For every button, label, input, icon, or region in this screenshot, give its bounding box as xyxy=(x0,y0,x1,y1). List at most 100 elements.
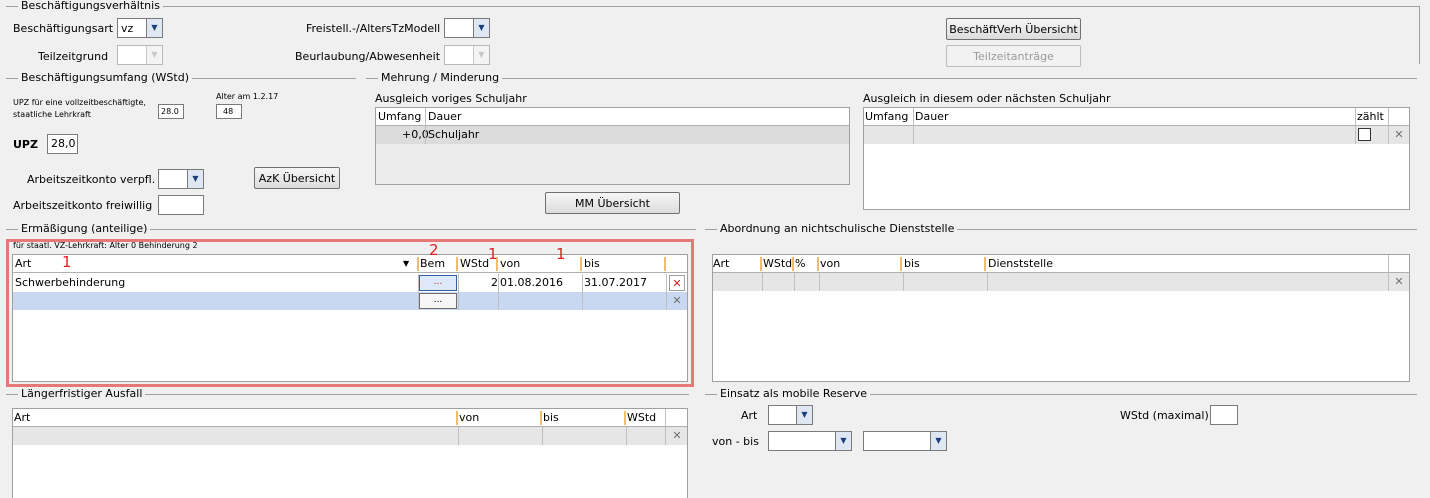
table-row[interactable]: ✕ xyxy=(713,273,1409,291)
group-mobile-reserve: Einsatz als mobile Reserve xyxy=(705,387,1417,404)
header-bis: bis xyxy=(543,411,559,424)
group-title: Abordnung an nichtschulische Dienststell… xyxy=(717,222,958,235)
ermaessigung-info: für staatl. VZ-Lehrkraft: Alter 0 Behind… xyxy=(13,241,198,250)
header-von: von xyxy=(459,411,480,424)
chevron-down-icon: ▼ xyxy=(473,19,489,37)
beschaeftverh-uebersicht-button[interactable]: BeschäftVerh Übersicht xyxy=(946,18,1081,40)
group-laengerfristiger-ausfall: Längerfristiger Ausfall xyxy=(6,387,689,404)
reserve-wstd-input[interactable] xyxy=(1210,405,1238,425)
abordnung-grid: Art WStd % von bis Dienststelle ✕ xyxy=(712,254,1410,382)
header-wstd: WStd xyxy=(627,411,657,424)
grid-header: Art WStd % von bis Dienststelle xyxy=(713,255,1409,273)
reserve-wstd-label: WStd (maximal) xyxy=(1120,409,1209,422)
group-title: Beschäftigungsverhältnis xyxy=(18,0,163,12)
azk-frei-input[interactable] xyxy=(158,195,204,215)
header-dauer: Dauer xyxy=(428,110,462,123)
annotation-mark: 2 xyxy=(429,241,439,259)
freistell-select[interactable]: ▼ xyxy=(444,18,490,38)
header-umfang: Umfang xyxy=(865,110,909,123)
group-title: Mehrung / Minderung xyxy=(378,71,503,84)
header-von: von xyxy=(820,257,841,270)
header-bis: bis xyxy=(584,257,600,270)
reserve-art-label: Art xyxy=(741,409,758,422)
reserve-von-select[interactable]: ▼ xyxy=(768,431,852,451)
header-bis: bis xyxy=(904,257,920,270)
teilzeitgrund-label: Teilzeitgrund xyxy=(38,50,109,63)
header-von: von xyxy=(500,257,521,270)
chevron-down-icon: ▼ xyxy=(146,19,162,37)
delete-icon[interactable]: ✕ xyxy=(1391,274,1407,290)
ausgleich-diesem-label: Ausgleich in diesem oder nächsten Schulj… xyxy=(863,92,1111,105)
annotation-mark: 1 xyxy=(62,253,72,271)
ausgleich-voriges-label: Ausgleich voriges Schuljahr xyxy=(375,92,527,105)
beurlaubung-label: Beurlaubung/Abwesenheit xyxy=(295,50,441,63)
header-umfang: Umfang xyxy=(378,110,422,123)
delete-icon[interactable]: ✕ xyxy=(669,293,685,309)
table-row[interactable]: ✕ xyxy=(13,427,687,445)
annotation-mark: 1 xyxy=(488,245,498,263)
table-row[interactable]: ✕ xyxy=(864,126,1409,144)
bem-button[interactable]: ... xyxy=(419,293,457,309)
cell-von: 01.08.2016 xyxy=(500,276,563,289)
ausgleich-diesem-grid: Umfang Dauer zählt ✕ xyxy=(863,107,1410,210)
sort-down-icon[interactable]: ▼ xyxy=(403,259,409,268)
table-row[interactable]: +0,0 Schuljahr xyxy=(376,126,849,144)
group-border xyxy=(1419,6,1420,64)
table-row-new[interactable]: ... ✕ xyxy=(13,292,687,310)
header-dauer: Dauer xyxy=(915,110,949,123)
teilzeitgrund-select[interactable]: ▼ xyxy=(117,45,163,65)
zaehlt-checkbox[interactable] xyxy=(1358,128,1371,141)
cell-wstd: 2 xyxy=(491,276,498,289)
ausfall-grid: Art von bis WStd ✕ xyxy=(12,408,688,498)
cell-bis: 31.07.2017 xyxy=(584,276,647,289)
cell-dauer: Schuljahr xyxy=(428,128,480,141)
group-title: Beschäftigungsumfang (WStd) xyxy=(18,71,192,84)
delete-icon[interactable]: ✕ xyxy=(669,428,685,444)
ausgleich-voriges-grid: Umfang Dauer +0,0 Schuljahr xyxy=(375,107,850,185)
header-dienststelle: Dienststelle xyxy=(988,257,1054,270)
azk-uebersicht-button[interactable]: AzK Übersicht xyxy=(254,167,340,189)
grid-header: Umfang Dauer zählt xyxy=(864,108,1409,126)
teilzeitantraege-button[interactable]: Teilzeitanträge xyxy=(946,45,1081,67)
group-beschaeftigungsverhaeltnis: Beschäftigungsverhältnis xyxy=(6,0,1419,66)
upz-input[interactable]: 28,0 xyxy=(47,134,78,154)
chevron-down-icon: ▼ xyxy=(796,406,812,424)
azk-verpfl-select[interactable]: ▼ xyxy=(158,169,204,189)
chevron-down-icon: ▼ xyxy=(146,46,162,64)
beschaeftigungsart-select[interactable]: vz ▼ xyxy=(117,18,163,38)
grid-header: Art ▼ Bem WStd von bis xyxy=(13,255,687,273)
table-row[interactable]: Schwerbehinderung ... 2 01.08.2016 31.07… xyxy=(13,274,687,292)
chevron-down-icon: ▼ xyxy=(473,46,489,64)
reserve-vonbis-label: von - bis xyxy=(712,435,759,448)
reserve-bis-select[interactable]: ▼ xyxy=(863,431,947,451)
group-title: Längerfristiger Ausfall xyxy=(18,387,146,400)
upz-label: UPZ xyxy=(13,138,38,151)
alter-value: 48 xyxy=(216,104,242,119)
cell-art: Schwerbehinderung xyxy=(15,276,126,289)
group-ermaessigung: Ermäßigung (anteilige) xyxy=(6,222,696,239)
header-art: Art xyxy=(713,257,730,270)
group-abordnung: Abordnung an nichtschulische Dienststell… xyxy=(705,222,1417,239)
upz-info-line1: UPZ für eine vollzeitbeschäftigte, xyxy=(13,98,146,107)
header-wstd: WStd xyxy=(763,257,793,270)
freistell-label: Freistell.-/AltersTzModell xyxy=(306,22,441,35)
grid-header: Umfang Dauer xyxy=(376,108,849,126)
upz-info-line2: staatliche Lehrkraft xyxy=(13,110,91,119)
beurlaubung-select[interactable]: ▼ xyxy=(444,45,490,65)
azk-verpfl-label: Arbeitszeitkonto verpfl. xyxy=(27,173,156,186)
delete-icon[interactable]: ✕ xyxy=(669,275,685,291)
azk-frei-label: Arbeitszeitkonto freiwillig xyxy=(13,199,153,212)
chevron-down-icon: ▼ xyxy=(187,170,203,188)
header-prozent: % xyxy=(795,257,806,270)
mm-uebersicht-button[interactable]: MM Übersicht xyxy=(545,192,680,214)
header-art: Art xyxy=(15,257,32,270)
group-title: Ermäßigung (anteilige) xyxy=(18,222,151,235)
annotation-mark: 1 xyxy=(556,245,566,263)
bem-button[interactable]: ... xyxy=(419,275,457,291)
delete-icon[interactable]: ✕ xyxy=(1391,127,1407,143)
reserve-art-select[interactable]: ▼ xyxy=(768,405,813,425)
ermaessigung-grid: Art ▼ Bem WStd von bis Schwerbehinderung… xyxy=(12,254,688,382)
alter-label: Alter am 1.2.17 xyxy=(216,92,279,101)
beschaeftigungsart-label: Beschäftigungsart xyxy=(13,22,114,35)
header-art: Art xyxy=(14,411,31,424)
